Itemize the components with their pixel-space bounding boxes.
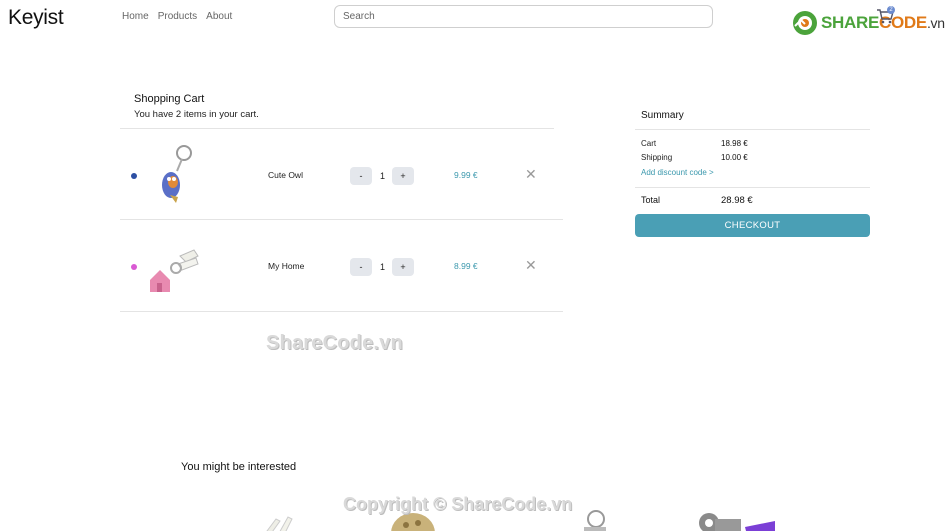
watermark-text: ShareCode.vn	[266, 332, 403, 354]
color-dot	[131, 264, 137, 270]
cart-count-badge: 2	[887, 6, 895, 14]
item-price: 8.99 €	[454, 261, 478, 271]
quantity-stepper: - 1 +	[350, 167, 414, 185]
item-name: Cute Owl	[268, 170, 303, 180]
quantity-stepper: - 1 +	[350, 258, 414, 276]
cart-item-row: My Home - 1 + 8.99 € ✕	[120, 220, 563, 311]
cart-item-row: Cute Owl - 1 + 9.99 € ✕	[120, 129, 563, 220]
add-discount-link[interactable]: Add discount code >	[641, 168, 714, 177]
recommended-product-image[interactable]	[258, 505, 298, 531]
divider	[635, 187, 870, 188]
checkout-button[interactable]: CHECKOUT	[635, 214, 870, 237]
recommended-product-image[interactable]	[574, 505, 614, 531]
divider	[635, 129, 870, 130]
owl-keychain-image	[162, 145, 192, 203]
divider	[120, 311, 563, 312]
qty-value: 1	[380, 171, 386, 181]
sharecode-logo: SHARECODE.vn	[792, 10, 945, 36]
sharecode-logo-icon	[793, 11, 817, 35]
recommendations-title: You might be interested	[181, 461, 297, 473]
main-nav: Home Products About	[122, 11, 232, 22]
remove-item-icon[interactable]: ✕	[525, 167, 537, 181]
cart-subtitle: You have 2 items in your cart.	[134, 109, 259, 120]
nav-products[interactable]: Products	[158, 11, 197, 22]
cart-subtotal-value: 18.98 €	[721, 139, 748, 148]
cart-subtotal-label: Cart	[641, 139, 657, 148]
shipping-value: 10.00 €	[721, 153, 748, 162]
search-input[interactable]	[334, 5, 713, 28]
qty-value: 1	[380, 262, 386, 272]
total-label: Total	[641, 195, 661, 205]
cart-title: Shopping Cart	[134, 93, 205, 105]
increase-qty-button[interactable]: +	[392, 167, 414, 185]
copyright-watermark: Copyright © ShareCode.vn	[343, 494, 573, 514]
nav-about[interactable]: About	[206, 11, 232, 22]
recommended-product-image[interactable]	[695, 505, 775, 531]
house-keychain-image	[150, 249, 199, 292]
nav-home[interactable]: Home	[122, 11, 149, 22]
item-price: 9.99 €	[454, 170, 478, 180]
decrease-qty-button[interactable]: -	[350, 167, 372, 185]
summary-title: Summary	[641, 110, 684, 121]
shipping-label: Shipping	[641, 153, 673, 162]
brand-logo[interactable]: Keyist	[8, 6, 64, 30]
color-dot	[131, 173, 137, 179]
remove-item-icon[interactable]: ✕	[525, 258, 537, 272]
item-name: My Home	[268, 261, 305, 271]
decrease-qty-button[interactable]: -	[350, 258, 372, 276]
total-value: 28.98 €	[721, 195, 753, 206]
increase-qty-button[interactable]: +	[392, 258, 414, 276]
